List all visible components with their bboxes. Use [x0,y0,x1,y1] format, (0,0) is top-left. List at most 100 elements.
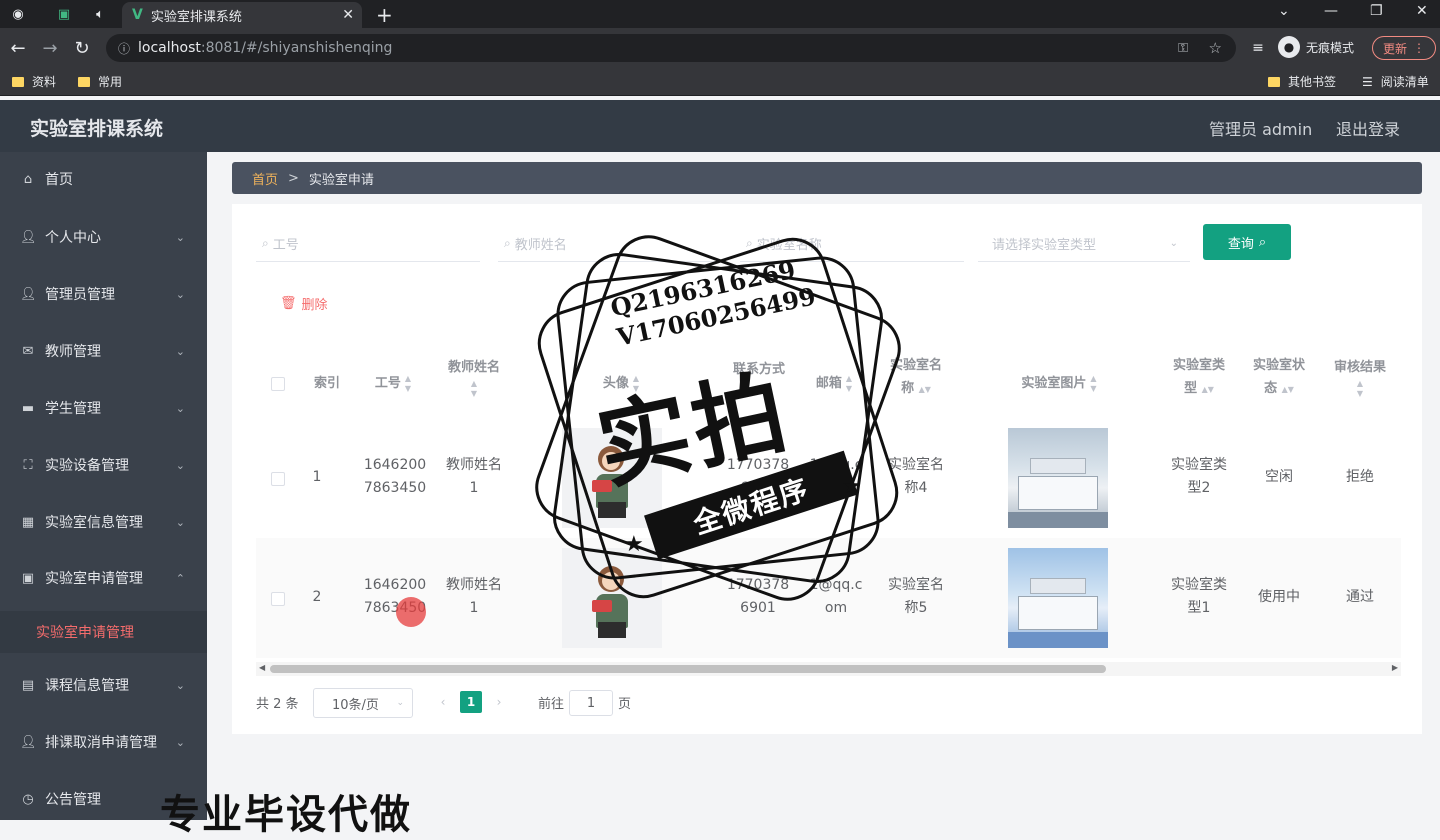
url-bar[interactable]: ⓘ localhost :8081/#/shiyanshishenqing ⚿ … [106,34,1236,62]
close-tab-icon[interactable]: ✕ [342,7,354,23]
prev-page-button[interactable]: ‹ [432,691,454,713]
sidebar-item-equipment[interactable]: ⛶ 实验设备管理 ⌄ [0,445,207,485]
delete-button[interactable]: 🗑︎ 删除 [280,294,328,313]
forward-icon[interactable]: → [38,36,62,60]
cell-email: 1@qq.c om [809,457,863,496]
user-icon: 👤︎ [20,734,37,750]
header-gonghao[interactable]: 工号 ▲ ▼ [354,372,432,395]
tab-active[interactable]: V 实验室排课系统 ✕ [122,2,362,28]
user-icon: 👤︎ [20,286,37,302]
logout-button[interactable]: 退出登录 [1336,116,1400,140]
bookmark-folder[interactable]: 常用 [78,73,122,90]
incognito-indicator[interactable]: ● 无痕模式 [1278,36,1354,58]
content-card: ⌕ 工号 ⌕ 教师姓名 ⌕ 实验室名称 请选择实验室类型 ⌄ 查询 ⌕ 🗑︎ 删… [232,204,1422,734]
cell-gonghao: 1646200 7863450 [363,457,427,496]
incognito-label: 无痕模式 [1306,40,1355,55]
speaker-icon[interactable]: 🔈︎ [90,4,110,24]
scroll-left-icon[interactable]: ◀ [259,663,265,672]
chevron-down-icon: ⌄ [175,735,185,749]
page-number-current[interactable]: 1 [460,691,482,713]
sidebar-item-students[interactable]: ▬ 学生管理 ⌄ [0,388,207,428]
cell-result: 通过 [1346,589,1374,605]
table-horizontal-scrollbar[interactable]: ◀ ▶ [256,662,1401,676]
placeholder: 实验室名称 [756,238,822,253]
select-all-checkbox[interactable] [271,377,285,391]
page-size-select[interactable]: 10条/页 ⌄ [313,688,413,718]
reading-list-icon[interactable]: ≡ [1246,36,1270,60]
minimize-button[interactable]: — [1324,3,1338,19]
sidebar-item-label: 实验室申请管理 [45,571,143,587]
breadcrumb-current: 实验室申请 [308,172,374,188]
header-lab-status[interactable]: 实验室状态 ▲▼ [1242,354,1316,400]
header-contact[interactable]: 联系方式 [724,358,794,381]
sidebar-item-admins[interactable]: 👤︎ 管理员管理 ⌄ [0,274,207,314]
update-label: 更新 [1383,41,1408,56]
sidebar-item-cancel-apply[interactable]: 👤︎ 排课取消申请管理 ⌄ [0,722,207,762]
back-icon[interactable]: ← [6,36,30,60]
header-result[interactable]: 审核结果 ▲ ▼ [1322,356,1398,399]
bookmark-folder[interactable]: 资料 [12,73,56,90]
header-lab-image[interactable]: 实验室图片 ▲ ▼ [1004,372,1114,395]
teacher-search-input[interactable]: ⌕ 教师姓名 [498,226,722,262]
sidebar-item-lab-apply[interactable]: ▣ 实验室申请管理 ⌃ [0,558,207,598]
sidebar: ⌂ 首页 👤︎ 个人中心 ⌄ 👤︎ 管理员管理 ⌄ ✉ 教师管理 ⌄ ▬ 学生管… [0,152,207,820]
header-email[interactable]: 邮箱 ▲ ▼ [804,372,864,395]
sidebar-item-home[interactable]: ⌂ 首页 [0,159,207,199]
scroll-right-icon[interactable]: ▶ [1392,663,1398,672]
home-icon: ⌂ [23,171,33,187]
close-window-button[interactable]: ✕ [1416,3,1428,19]
header-avatar[interactable]: 头像 ▲ ▼ [586,372,656,395]
bookmarks-bar: 资料 常用 其他书签 ☰ 阅读清单 [0,68,1440,96]
header-lab-type[interactable]: 实验室类型 ▲▼ [1162,354,1236,400]
lab-name-search-input[interactable]: ⌕ 实验室名称 [740,226,964,262]
goto-page-input[interactable]: 1 [569,690,613,716]
scrollbar-thumb[interactable] [270,665,1106,673]
url-host: localhost [138,40,201,56]
chevron-down-icon: ⌄ [175,515,185,529]
row-checkbox[interactable] [271,592,285,606]
query-button[interactable]: 查询 ⌕ [1203,224,1291,260]
new-tab-button[interactable]: + [376,3,393,27]
scan-icon: ⛶ [23,457,33,473]
chevron-down-icon: ⌄ [175,230,185,244]
sidebar-item-teachers[interactable]: ✉ 教师管理 ⌄ [0,331,207,371]
info-icon[interactable]: ⓘ [118,40,130,57]
bookmark-folder-other[interactable]: 其他书签 [1268,73,1336,90]
restore-button[interactable]: ❐ [1370,3,1383,19]
page-word: 页 [618,697,632,712]
sidebar-item-courses[interactable]: ▤ 课程信息管理 ⌄ [0,665,207,705]
browser-tab-bar: ◉ ▣ 🔈︎ V 实验室排课系统 ✕ + ⌄ — ❐ ✕ [0,0,1440,28]
sidebar-item-label: 首页 [45,172,73,188]
key-icon[interactable]: ⚿ [1178,41,1188,56]
gonghao-search-input[interactable]: ⌕ 工号 [256,226,480,262]
watermark-bottom-text: 专业毕设代做 [160,792,412,838]
sidebar-item-label: 个人中心 [45,230,101,246]
next-page-button[interactable]: › [488,691,510,713]
page-size-value: 10条/页 [332,697,379,713]
sidebar-subitem-lab-apply-manage[interactable]: 实验室申请管理 [0,611,207,653]
sidebar-item-lab-info[interactable]: ▦ 实验室信息管理 ⌄ [0,502,207,542]
breadcrumb-home[interactable]: 首页 [252,169,278,188]
chevron-down-icon: ⌄ [396,698,404,708]
lab-type-select[interactable]: 请选择实验室类型 ⌄ [978,226,1190,262]
url-path: :8081/#/shiyanshishenqing [200,40,393,56]
search-icon: ⌕ [262,236,269,250]
reload-icon[interactable]: ↻ [70,36,94,60]
app-tab-icon[interactable]: ▣ [54,4,74,24]
search-icon: ⌕ [1258,234,1267,250]
sidebar-item-profile[interactable]: 👤︎ 个人中心 ⌄ [0,217,207,257]
table-row[interactable]: 1 1646200 7863450 教师姓名 1 1770378 6901 1@qq.… [256,418,1401,538]
tab-search-icon[interactable]: ⌄ [1278,3,1290,19]
reading-list[interactable]: ☰ 阅读清单 [1362,73,1429,90]
table-row[interactable]: 2 1646200 7863450 教师姓名 1 1770378 6901 1@qq.… [256,538,1401,658]
folder-icon [78,76,90,87]
row-checkbox[interactable] [271,472,285,486]
update-button[interactable]: 更新 ⋮ [1372,36,1437,60]
header-lab-name[interactable]: 实验室名称 ▲▼ [878,354,954,400]
header-teacher[interactable]: 教师姓名 ▲ ▼ [436,356,512,399]
sidebar-item-label: 实验室信息管理 [45,515,143,531]
bookmark-star-icon[interactable]: ☆ [1209,39,1222,57]
globe-icon[interactable]: ◉ [8,4,28,24]
click-indicator [396,597,426,627]
cell-index: 2 [312,589,322,605]
